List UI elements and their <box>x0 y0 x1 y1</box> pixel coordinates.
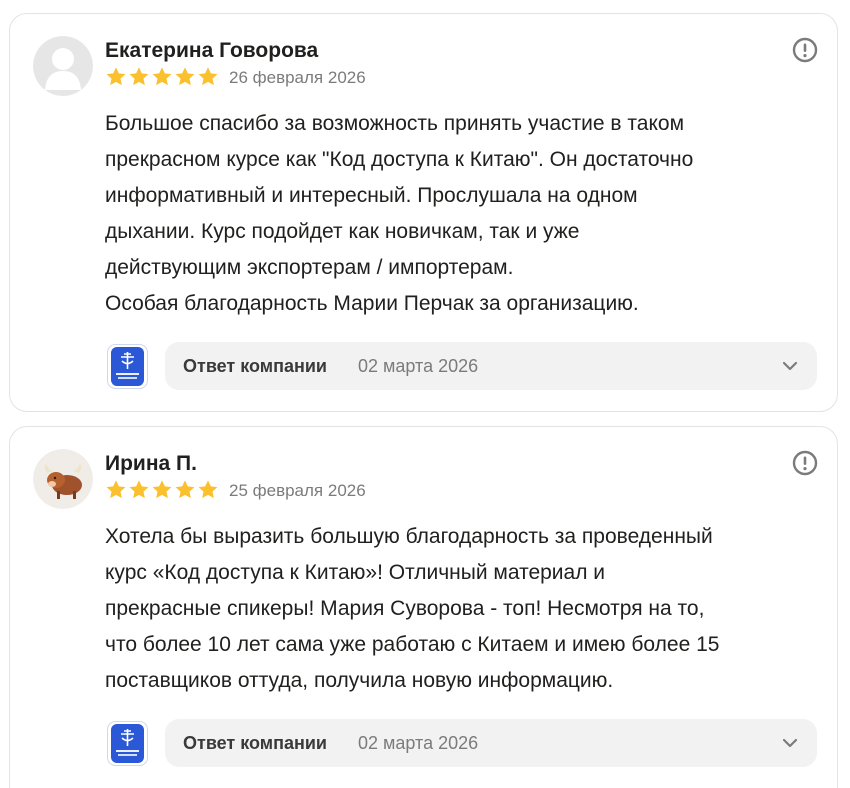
reply-label: Ответ компании <box>183 356 327 376</box>
exclamation-circle-icon <box>792 450 818 476</box>
star-icon <box>106 67 126 86</box>
star-icon <box>106 480 126 499</box>
company-logo-icon <box>107 344 148 389</box>
review-text-line: дыхании. Курс подойдет как новичкам, так… <box>105 220 580 243</box>
star-icon <box>175 480 195 499</box>
review-card: Ирина П. 25 февраля 2026 Хотела бы выраз… <box>9 426 838 788</box>
review-text-line: курс «Код доступа к Китаю»! Отличный мат… <box>105 561 606 584</box>
company-logo[interactable] <box>107 344 148 389</box>
star-icon <box>198 67 218 86</box>
default-user-avatar-icon <box>33 36 93 96</box>
review-author[interactable]: Ирина П. <box>105 452 197 476</box>
chevron-down-icon <box>782 361 798 371</box>
star-icon <box>152 480 172 499</box>
review-text-line: что более 10 лет сама уже работаю с Кита… <box>105 633 720 656</box>
review-text-line: Хотела бы выразить большую благодарность… <box>105 525 713 548</box>
user-avatar[interactable] <box>33 449 93 509</box>
company-logo[interactable] <box>107 721 148 766</box>
star-icon <box>129 67 149 86</box>
reply-label: Ответ компании <box>183 733 327 753</box>
complaint-button[interactable] <box>792 450 818 476</box>
review-text-line: Большое спасибо за возможность принять у… <box>105 112 685 135</box>
review-text-line: информативный и интересный. Прослушала н… <box>105 184 638 207</box>
review-text: Большое спасибо за возможность принять у… <box>105 106 815 322</box>
review-text-line: Особая благодарность Марии Перчак за орг… <box>105 292 639 315</box>
exclamation-circle-icon <box>792 37 818 63</box>
review-text-line: поставщиков оттуда, получила новую инфор… <box>105 669 614 692</box>
star-icon <box>175 67 195 86</box>
company-reply-toggle[interactable]: Ответ компании 02 марта 2026 <box>165 342 817 390</box>
review-card: Екатерина Говорова 26 февраля 2026 Больш… <box>9 13 838 412</box>
rating-stars <box>105 66 219 88</box>
star-icon <box>129 480 149 499</box>
complaint-button[interactable] <box>792 37 818 63</box>
review-date: 26 февраля 2026 <box>229 68 366 87</box>
yak-avatar-icon <box>33 449 93 509</box>
reply-date: 02 марта 2026 <box>358 733 479 753</box>
review-text: Хотела бы выразить большую благодарность… <box>105 519 815 699</box>
review-date: 25 февраля 2026 <box>229 481 366 500</box>
reply-date: 02 марта 2026 <box>358 356 479 376</box>
company-reply-toggle[interactable]: Ответ компании 02 марта 2026 <box>165 719 817 767</box>
review-text-line: действующим экспортерам / импортерам. <box>105 256 514 279</box>
star-icon <box>152 67 172 86</box>
chevron-down-icon <box>782 738 798 748</box>
rating-stars <box>105 479 219 501</box>
star-icon <box>198 480 218 499</box>
company-logo-icon <box>107 721 148 766</box>
review-author[interactable]: Екатерина Говорова <box>105 39 318 63</box>
review-text-line: прекрасном курсе как "Код доступа к Кита… <box>105 148 694 171</box>
review-text-line: прекрасные спикеры! Мария Суворова - топ… <box>105 597 705 620</box>
user-avatar[interactable] <box>33 36 93 96</box>
